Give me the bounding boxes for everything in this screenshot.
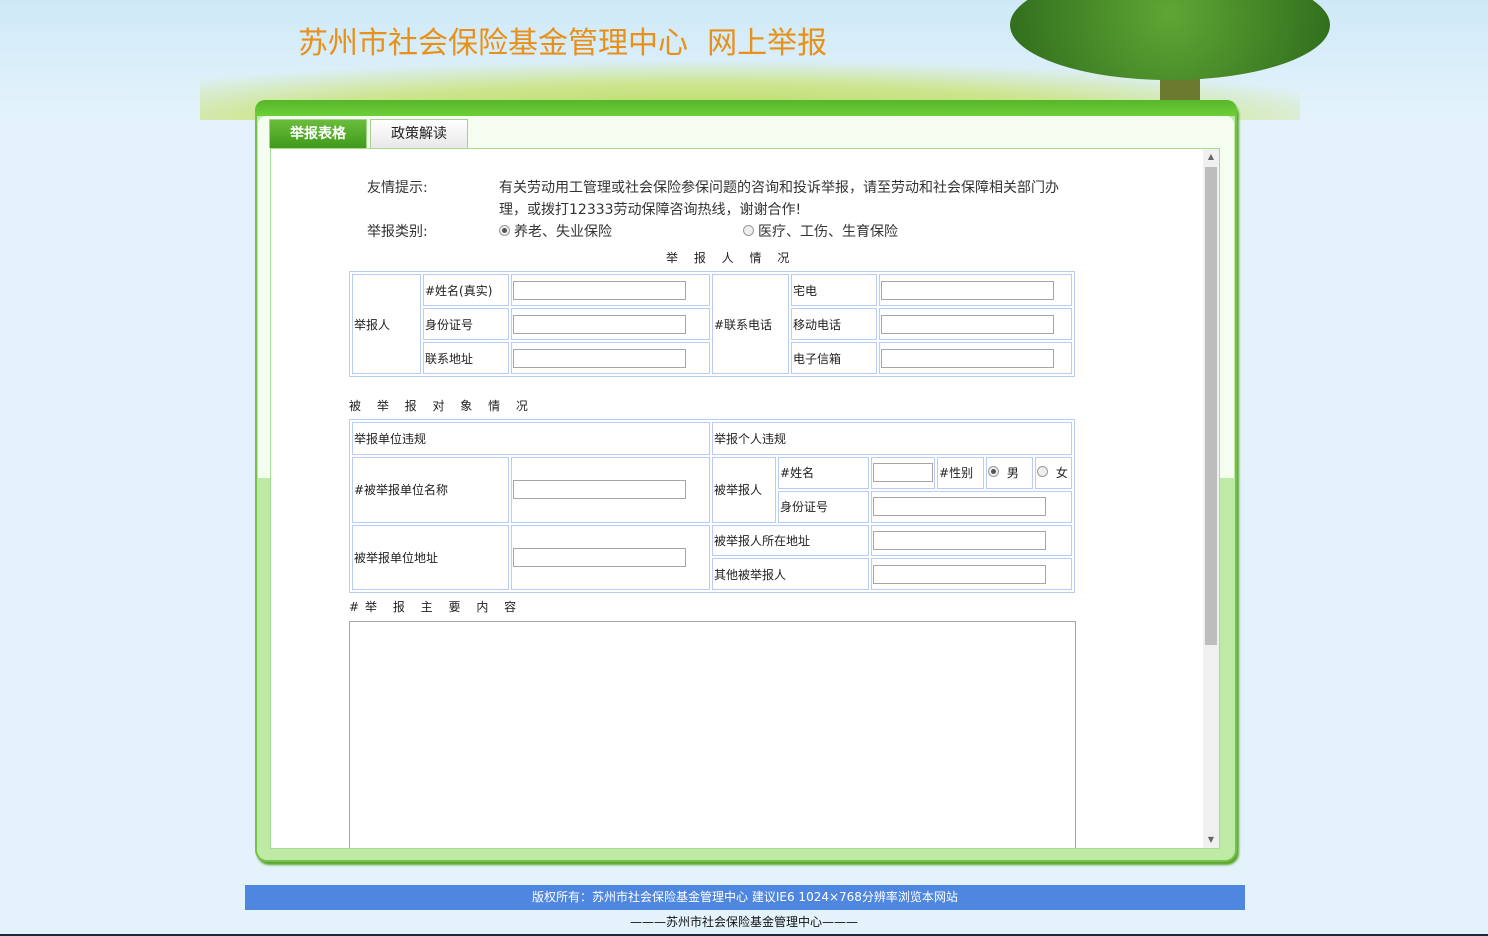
gender-female-radio[interactable]: 女 bbox=[1035, 457, 1072, 489]
reporter-address-label: 联系地址 bbox=[423, 342, 509, 374]
target-name-input[interactable] bbox=[873, 463, 934, 483]
scroll-up-icon[interactable]: ▲ bbox=[1203, 149, 1219, 165]
email-input[interactable] bbox=[881, 348, 1054, 368]
unit-violation-header: 举报单位违规 bbox=[352, 422, 711, 455]
site-title: 苏州市社会保险基金管理中心 网上举报 bbox=[298, 26, 828, 61]
unit-name-label: #被举报单位名称 bbox=[352, 457, 509, 523]
target-section-title: 被 举 报 对 象 情 况 bbox=[349, 399, 534, 413]
unit-address-input[interactable] bbox=[513, 547, 686, 567]
radio-unchecked-icon[interactable] bbox=[743, 224, 754, 236]
radio-unchecked-icon[interactable] bbox=[1037, 466, 1049, 478]
report-content-textarea[interactable] bbox=[349, 621, 1076, 848]
target-address-label: 被举报人所在地址 bbox=[712, 524, 870, 557]
radio-checked-icon[interactable] bbox=[988, 466, 1000, 478]
notice-label: 友情提示: bbox=[367, 180, 428, 196]
target-name-label: #姓名 bbox=[778, 457, 870, 489]
scrollbar[interactable]: ▲ ▼ bbox=[1203, 149, 1219, 848]
reporter-id-input[interactable] bbox=[513, 314, 686, 334]
radio-label: 养老、失业保险 bbox=[514, 224, 612, 240]
scroll-down-icon[interactable]: ▼ bbox=[1203, 832, 1219, 848]
target-id-input[interactable] bbox=[873, 497, 1047, 517]
gender-male-radio[interactable]: 男 bbox=[986, 457, 1034, 489]
scrollbar-thumb[interactable] bbox=[1205, 167, 1217, 645]
reporter-section-title: 举 报 人 情 况 bbox=[666, 251, 796, 265]
home-phone-label: 宅电 bbox=[791, 274, 877, 306]
form-content: 友情提示: 有关劳动用工管理或社会保险参保问题的咨询和投诉举报，请至劳动和社会保… bbox=[270, 148, 1220, 849]
mobile-label: 移动电话 bbox=[791, 308, 877, 340]
tree-image bbox=[1010, 0, 1330, 115]
home-phone-input[interactable] bbox=[881, 280, 1054, 300]
reporter-address-input[interactable] bbox=[513, 348, 686, 368]
tab-policy[interactable]: 政策解读 bbox=[370, 119, 468, 148]
male-label: 男 bbox=[1006, 466, 1019, 481]
contact-phone-label: #联系电话 bbox=[712, 274, 789, 374]
footer-org: ———苏州市社会保险基金管理中心——— bbox=[629, 915, 858, 929]
category-radio-medical[interactable]: 医疗、工伤、生育保险 bbox=[743, 221, 898, 241]
reporter-name-label: #姓名(真实) bbox=[423, 274, 509, 306]
category-radio-pension[interactable]: 养老、失业保险 bbox=[499, 221, 612, 241]
target-id-label: 身份证号 bbox=[778, 490, 870, 523]
target-table: 举报单位违规 举报个人违规 #被举报单位名称 被举报人 #姓名 #性别 男 女 身… bbox=[349, 419, 1075, 593]
category-label: 举报类别: bbox=[367, 224, 428, 240]
reporter-table: 举报人 #姓名(真实) #联系电话 宅电 身份证号 移动电话 联系地址 电子信箱 bbox=[349, 271, 1075, 377]
email-label: 电子信箱 bbox=[791, 342, 877, 374]
tab-report-form[interactable]: 举报表格 bbox=[269, 119, 367, 148]
mobile-input[interactable] bbox=[881, 314, 1054, 334]
content-section-title: #举 报 主 要 内 容 bbox=[349, 600, 523, 614]
panel-top-bar bbox=[255, 100, 1237, 116]
unit-name-input[interactable] bbox=[513, 480, 686, 500]
radio-checked-icon[interactable] bbox=[499, 224, 510, 236]
person-violation-header: 举报个人违规 bbox=[712, 422, 1072, 455]
notice-text: 有关劳动用工管理或社会保险参保问题的咨询和投诉举报，请至劳动和社会保障相关部门办… bbox=[499, 180, 1059, 218]
unit-address-label: 被举报单位地址 bbox=[352, 524, 509, 590]
female-label: 女 bbox=[1055, 466, 1068, 481]
target-address-input[interactable] bbox=[873, 530, 1047, 550]
reporter-name-input[interactable] bbox=[513, 280, 686, 300]
other-targets-input[interactable] bbox=[873, 564, 1047, 584]
gender-label: #性别 bbox=[937, 457, 985, 489]
other-targets-label: 其他被举报人 bbox=[712, 558, 870, 590]
radio-label: 医疗、工伤、生育保险 bbox=[758, 224, 898, 240]
target-person-label: 被举报人 bbox=[712, 457, 777, 523]
reporter-id-label: 身份证号 bbox=[423, 308, 509, 340]
reporter-group-label: 举报人 bbox=[352, 274, 421, 374]
footer-copyright: 版权所有：苏州市社会保险基金管理中心 建议IE6 1024×768分辨率浏览本网… bbox=[245, 885, 1245, 910]
